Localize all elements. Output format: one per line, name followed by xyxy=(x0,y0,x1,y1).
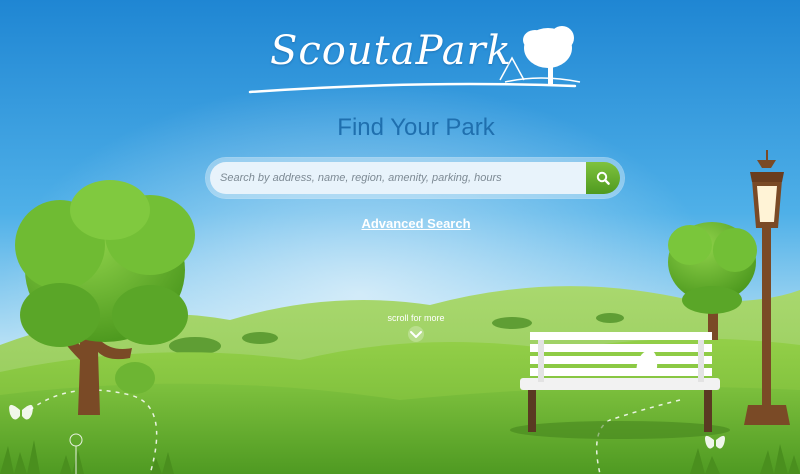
search-input[interactable] xyxy=(210,162,586,194)
search-button[interactable] xyxy=(586,162,620,194)
scroll-down-button[interactable] xyxy=(405,325,427,343)
brand-logo-text: ScoutaPark xyxy=(270,28,512,74)
search-icon xyxy=(596,171,610,185)
chevron-down-icon xyxy=(408,326,424,342)
search-bar xyxy=(206,158,624,198)
advanced-search-link[interactable]: Advanced Search xyxy=(0,216,800,231)
scroll-hint-label: scroll for more xyxy=(387,313,445,323)
page-title: Find Your Park xyxy=(337,114,495,141)
